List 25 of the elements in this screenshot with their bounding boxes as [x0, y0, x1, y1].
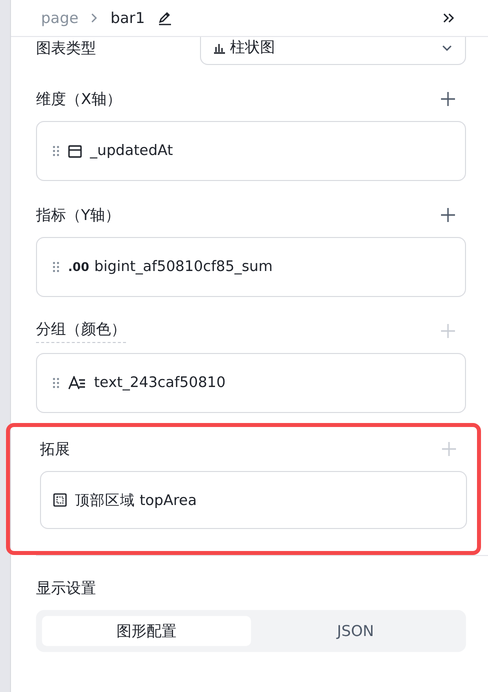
chevron-right-icon	[90, 12, 98, 24]
drag-handle-icon[interactable]	[52, 261, 60, 273]
field-name: text_243caf50810	[94, 375, 226, 391]
bar-chart-icon	[213, 41, 226, 54]
field-name: 顶部区域 topArea	[75, 492, 197, 510]
chevron-down-icon	[441, 44, 453, 52]
breadcrumb-item: bar1	[110, 9, 145, 27]
pencil-icon[interactable]	[156, 10, 173, 26]
section-title: 拓展	[40, 440, 70, 458]
tab[interactable]: 图形配置	[42, 616, 251, 646]
add-icon[interactable]	[440, 207, 456, 223]
field-name: bigint_af50810cf85_sum	[94, 259, 273, 275]
section-title: 维度（X轴）	[36, 90, 122, 108]
double-chevron-right-icon[interactable]	[442, 11, 456, 25]
drag-handle-icon[interactable]	[52, 377, 60, 389]
section-title: 指标（Y轴）	[36, 206, 120, 224]
field-label: 图表类型	[36, 38, 96, 58]
chart-type-select[interactable]: 柱状图	[200, 37, 466, 65]
add-icon[interactable]	[440, 91, 456, 107]
drag-handle-icon[interactable]	[52, 145, 60, 157]
section-title: 显示设置	[36, 579, 96, 597]
field-name: _updatedAt	[90, 143, 173, 159]
number-type-label: .00	[68, 260, 90, 274]
section-title: 分组（颜色）	[36, 320, 126, 342]
tab[interactable]: JSON	[251, 616, 460, 646]
